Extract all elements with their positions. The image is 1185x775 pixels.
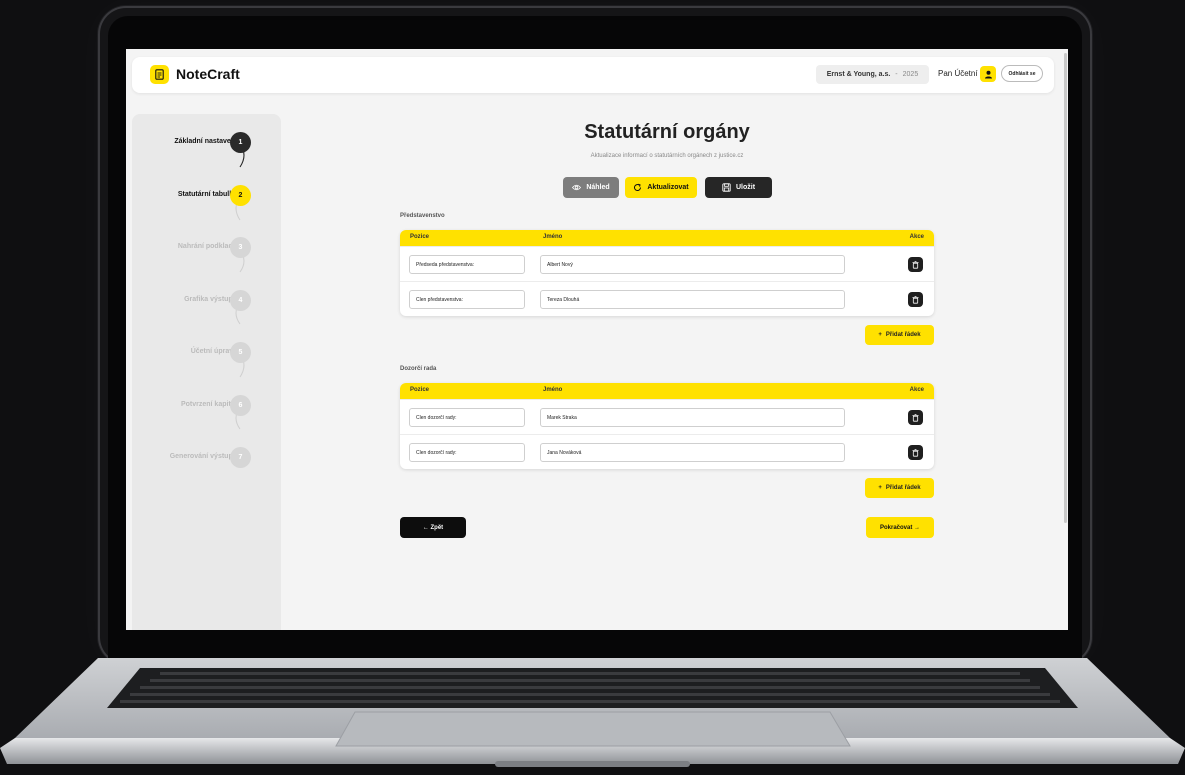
- name-input[interactable]: [540, 290, 845, 309]
- save-label: Uložit: [735, 184, 756, 191]
- position-input[interactable]: [409, 255, 525, 274]
- column-header-position: Pozice: [410, 234, 430, 240]
- table-row: [400, 281, 934, 316]
- step-item-2[interactable]: Statutární tabulky 2: [132, 185, 281, 207]
- table-row: [400, 434, 934, 469]
- preview-label: Náhled: [586, 184, 610, 191]
- column-header-actions: Akce: [909, 387, 924, 393]
- plus-icon: +: [878, 485, 882, 491]
- delete-row-button[interactable]: [908, 257, 923, 272]
- name-input[interactable]: [540, 408, 845, 427]
- scrollbar[interactable]: [1064, 53, 1067, 523]
- step-item-3[interactable]: Nahrání podkladů 3: [132, 237, 281, 259]
- table-header: Pozice Jméno Akce: [400, 383, 934, 399]
- app-name: NoteCraft: [176, 66, 240, 82]
- column-header-name: Jméno: [543, 234, 563, 240]
- app-screen: NoteCraft Ernst & Young, a.s. - 2025 Pan…: [126, 49, 1068, 630]
- step-number: 6: [230, 395, 251, 416]
- board-section-title: Představenstvo: [400, 213, 445, 219]
- supervisory-table: Pozice Jméno Akce: [400, 383, 934, 469]
- name-input[interactable]: [540, 255, 845, 274]
- company-year: 2025: [902, 71, 919, 78]
- preview-button[interactable]: Náhled: [563, 177, 619, 198]
- refresh-button[interactable]: Aktualizovat: [625, 177, 697, 198]
- top-bar: NoteCraft Ernst & Young, a.s. - 2025 Pan…: [132, 57, 1054, 93]
- save-icon: [722, 183, 731, 192]
- company-separator: -: [895, 71, 898, 78]
- page-title: Statutární orgány: [584, 121, 750, 143]
- trash-icon: [912, 260, 919, 269]
- page-subtitle: Aktualizace informací o statutárních org…: [590, 153, 744, 159]
- name-input[interactable]: [540, 443, 845, 462]
- user-icon[interactable]: [980, 66, 996, 82]
- delete-row-button[interactable]: [908, 445, 923, 460]
- step-number: 3: [230, 237, 251, 258]
- step-item-1[interactable]: Základní nastavení 1: [132, 132, 281, 154]
- save-button[interactable]: Uložit: [705, 177, 772, 198]
- step-item-6[interactable]: Potvrzení kapitol 6: [132, 395, 281, 417]
- delete-row-button[interactable]: [908, 292, 923, 307]
- step-item-4[interactable]: Grafika výstupů 4: [132, 290, 281, 312]
- position-input[interactable]: [409, 290, 525, 309]
- user-name: Pan Účetní: [938, 69, 978, 78]
- steps-sidebar: Základní nastavení 1 Statutární tabulky …: [132, 114, 281, 630]
- position-input[interactable]: [409, 443, 525, 462]
- step-label: Základní nastavení: [174, 138, 237, 145]
- add-row-label: Přidat řádek: [885, 485, 921, 491]
- column-header-name: Jméno: [543, 387, 563, 393]
- laptop-base: [0, 640, 1185, 775]
- step-item-5[interactable]: Účetní úpravy 5: [132, 342, 281, 364]
- step-number: 4: [230, 290, 251, 311]
- add-row-label: Přidat řádek: [885, 332, 921, 338]
- trash-icon: [912, 448, 919, 457]
- step-label: Potvrzení kapitol: [180, 401, 237, 408]
- column-header-position: Pozice: [410, 387, 430, 393]
- step-number: 2: [230, 185, 251, 206]
- table-row: [400, 246, 934, 281]
- company-name: Ernst & Young, a.s.: [826, 71, 891, 78]
- table-header: Pozice Jméno Akce: [400, 230, 934, 246]
- refresh-label: Aktualizovat: [647, 184, 689, 191]
- trash-icon: [912, 295, 919, 304]
- position-input[interactable]: [409, 408, 525, 427]
- step-number: 5: [230, 342, 251, 363]
- step-item-7[interactable]: Generování výstupů 7: [132, 447, 281, 469]
- supervisory-section-title: Dozorčí rada: [400, 366, 437, 372]
- logo-icon: [150, 65, 169, 84]
- trash-icon: [912, 413, 919, 422]
- plus-icon: +: [878, 332, 882, 338]
- back-button[interactable]: ← Zpět: [400, 517, 466, 538]
- company-selector[interactable]: Ernst & Young, a.s. - 2025: [816, 65, 929, 84]
- continue-button[interactable]: Pokračovat →: [866, 517, 934, 538]
- board-table: Pozice Jméno Akce: [400, 230, 934, 316]
- step-number: 7: [230, 447, 251, 468]
- logout-button[interactable]: Odhlásit se: [1001, 65, 1043, 82]
- delete-row-button[interactable]: [908, 410, 923, 425]
- table-row: [400, 399, 934, 434]
- column-header-actions: Akce: [909, 234, 924, 240]
- step-label: Generování výstupů: [169, 453, 237, 460]
- refresh-icon: [634, 183, 642, 191]
- add-board-row-button[interactable]: + Přidat řádek: [865, 325, 934, 345]
- step-label: Nahrání podkladů: [177, 243, 237, 250]
- step-label: Statutární tabulky: [177, 191, 237, 198]
- step-number: 1: [230, 132, 251, 153]
- add-supervisory-row-button[interactable]: + Přidat řádek: [865, 478, 934, 498]
- eye-icon: [572, 184, 582, 191]
